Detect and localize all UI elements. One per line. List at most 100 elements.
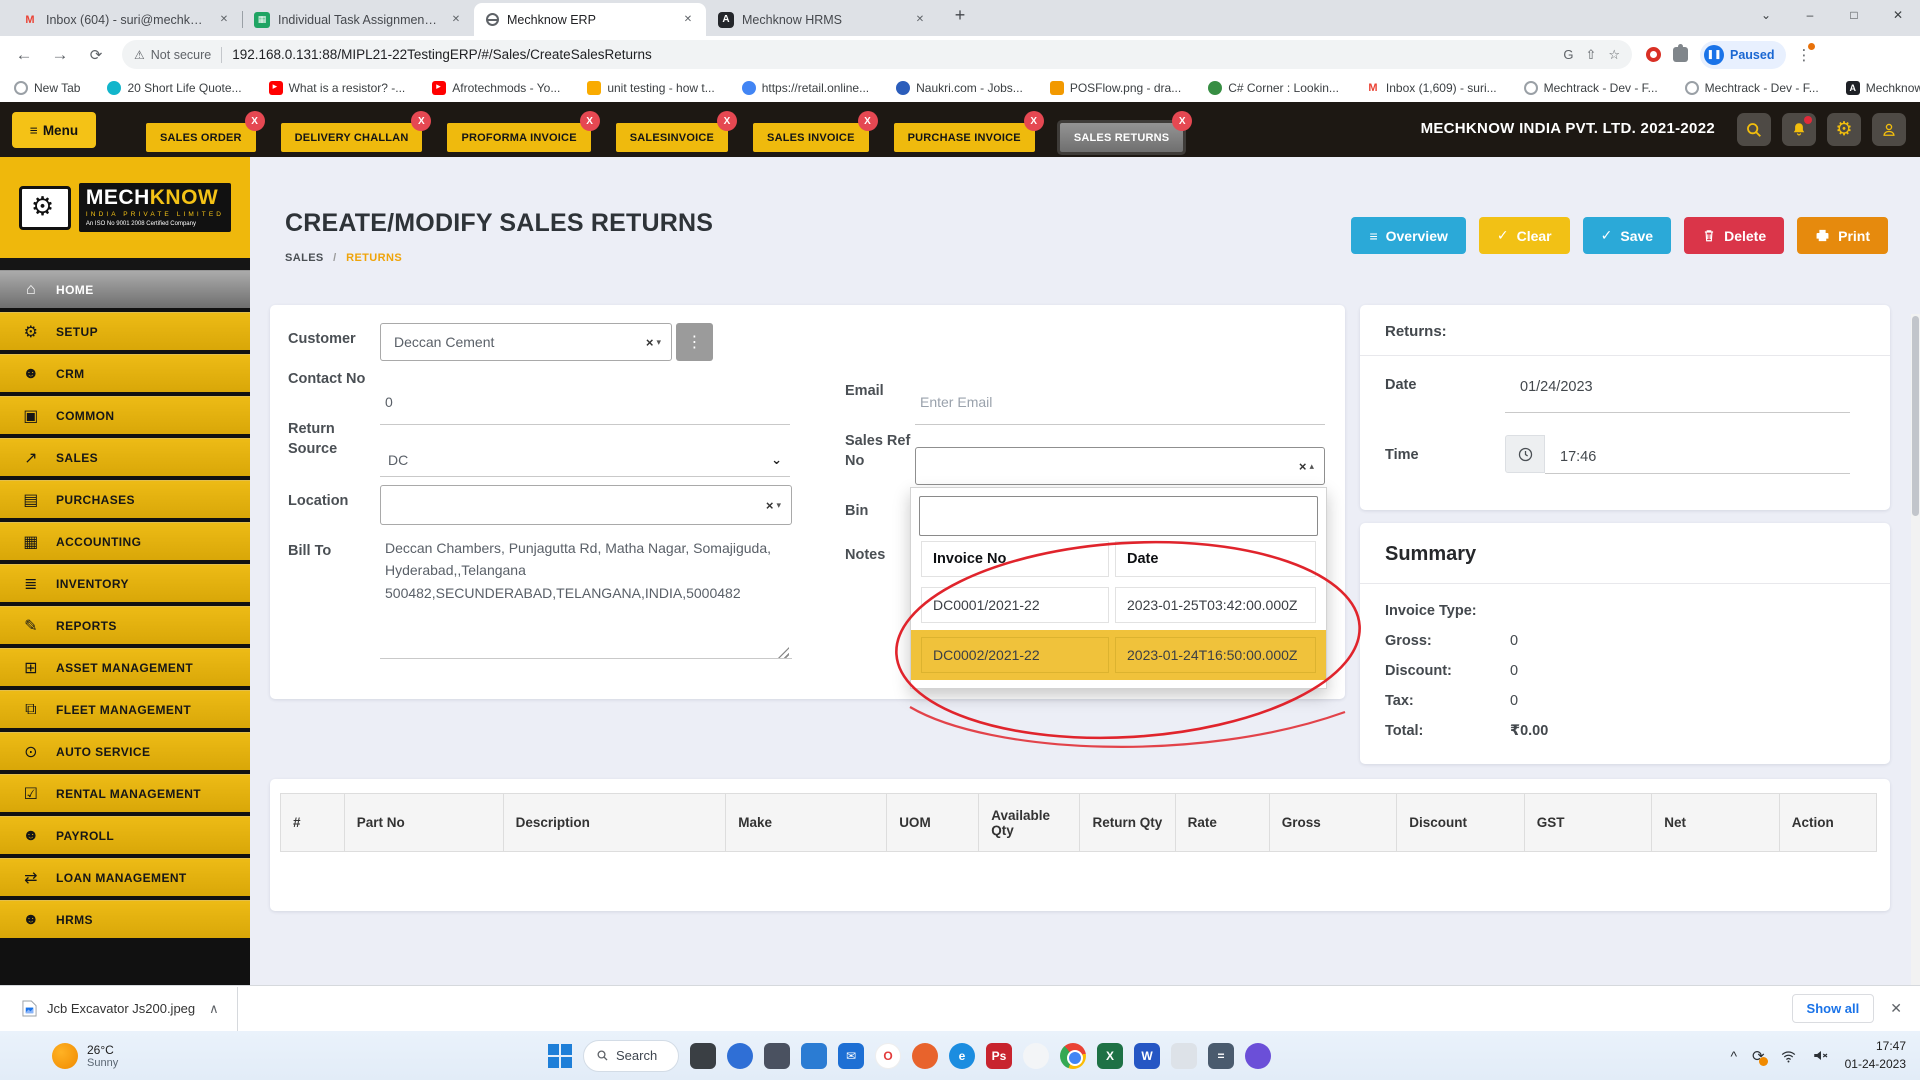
sidebar-item-auto-service[interactable]: ⊙AUTO SERVICE [0, 732, 250, 770]
close-tab-icon[interactable]: X [717, 111, 737, 131]
sidebar-item-hrms[interactable]: ☻HRMS [0, 900, 250, 938]
close-icon[interactable]: ✕ [912, 12, 928, 28]
new-tab-button[interactable]: + [946, 2, 974, 30]
taskbar-app-icon-calculator[interactable]: = [1208, 1043, 1234, 1069]
taskbar-app-icon-chrome[interactable] [1060, 1043, 1086, 1069]
extensions-puzzle-icon[interactable] [1673, 47, 1688, 62]
sidebar-item-fleet-management[interactable]: ⧉FLEET MANAGEMENT [0, 690, 250, 728]
close-icon[interactable]: ✕ [680, 12, 696, 28]
taskbar-app-icon-mail[interactable]: ✉ [838, 1043, 864, 1069]
invoice-date-cell[interactable]: 2023-01-25T03:42:00.000Z [1115, 587, 1316, 623]
gear-icon[interactable]: ⚙ [1827, 113, 1861, 146]
taskbar-app-icon-photoshop[interactable]: Ps [986, 1043, 1012, 1069]
translate-icon[interactable]: G [1563, 47, 1573, 62]
email-input[interactable] [915, 387, 1325, 425]
taskbar-app-icon-phone[interactable] [801, 1043, 827, 1069]
browser-menu-icon[interactable]: ⋮ [1796, 46, 1811, 64]
sidebar-item-purchases[interactable]: ▤PURCHASES [0, 480, 250, 518]
sidebar-item-inventory[interactable]: ≣INVENTORY [0, 564, 250, 602]
bookmark-csharp-corner[interactable]: C# Corner : Lookin... [1208, 81, 1339, 95]
sync-icon[interactable]: ⟳ [1752, 1047, 1765, 1065]
chevron-down-icon[interactable]: ▾ [656, 337, 661, 348]
sales-ref-no-select[interactable]: × ▴ [915, 447, 1325, 485]
bookmark-mechknow-crm[interactable]: AMechknow CRM [1846, 81, 1920, 95]
taskbar-app-icon-explorer[interactable] [764, 1043, 790, 1069]
bookmark-mechtrack-1[interactable]: Mechtrack - Dev - F... [1524, 81, 1658, 95]
taskbar-clock[interactable]: 17:47 01-24-2023 [1845, 1038, 1906, 1073]
reload-icon[interactable]: ⟳ [80, 46, 112, 64]
sidebar-item-home[interactable]: ⌂HOME [0, 270, 250, 308]
wifi-icon[interactable] [1780, 1049, 1797, 1063]
browser-tab-gmail[interactable]: M Inbox (604) - suri@mechknowsof ✕ [10, 3, 242, 36]
sidebar-item-loan-management[interactable]: ⇄LOAN MANAGEMENT [0, 858, 250, 896]
return-source-select[interactable]: DC ⌄ [380, 433, 790, 477]
back-icon[interactable]: ← [8, 45, 40, 65]
tab-salesinvoice[interactable]: SALESINVOICEX [616, 123, 728, 152]
taskbar-app-icon-edge[interactable]: e [949, 1043, 975, 1069]
chevron-up-icon[interactable]: ∧ [209, 1001, 219, 1017]
user-icon[interactable] [1872, 113, 1906, 146]
sidebar-item-crm[interactable]: ☻CRM [0, 354, 250, 392]
print-button[interactable]: Print [1797, 217, 1888, 254]
chevron-up-icon[interactable]: ▴ [1309, 461, 1314, 472]
bookmark-unit-testing[interactable]: unit testing - how t... [587, 81, 714, 95]
overview-button[interactable]: ≡Overview [1351, 217, 1465, 254]
tab-sales-order[interactable]: SALES ORDERX [146, 123, 256, 152]
invoice-option-row[interactable]: DC0001/2021-22 2023-01-25T03:42:00.000Z [919, 582, 1318, 628]
bell-icon[interactable] [1782, 113, 1816, 146]
sidebar-item-setup[interactable]: ⚙SETUP [0, 312, 250, 350]
invoice-no-cell[interactable]: DC0002/2021-22 [921, 637, 1109, 673]
sidebar-item-common[interactable]: ▣COMMON [0, 396, 250, 434]
sidebar-item-sales[interactable]: ↗SALES [0, 438, 250, 476]
tray-chevron-icon[interactable]: ^ [1730, 1048, 1737, 1064]
sidebar-item-accounting[interactable]: ▦ACCOUNTING [0, 522, 250, 560]
invoice-no-cell[interactable]: DC0001/2021-22 [921, 587, 1109, 623]
close-icon[interactable]: ✕ [216, 12, 232, 28]
bookmark-posflow[interactable]: POSFlow.png - dra... [1050, 81, 1181, 95]
weather-widget[interactable]: 26°C Sunny [52, 1043, 118, 1069]
close-icon[interactable]: ✕ [448, 12, 464, 28]
tab-search-icon[interactable]: ⌄ [1744, 0, 1788, 30]
forward-icon[interactable]: → [44, 45, 76, 65]
tab-sales-invoice[interactable]: SALES INVOICEX [753, 123, 869, 152]
clear-selection-icon[interactable]: × [1299, 459, 1307, 474]
page-scrollbar[interactable] [1911, 314, 1920, 1080]
bookmark-naukri[interactable]: Naukri.com - Jobs... [896, 81, 1023, 95]
share-icon[interactable]: ⇧ [1585, 47, 1596, 63]
taskbar-app-icon-notepad[interactable] [1171, 1043, 1197, 1069]
delete-button[interactable]: Delete [1684, 217, 1784, 254]
close-tab-icon[interactable]: X [1172, 111, 1192, 131]
close-tab-icon[interactable]: X [245, 111, 265, 131]
tab-proforma-invoice[interactable]: PROFORMA INVOICEX [447, 123, 590, 152]
show-all-button[interactable]: Show all [1792, 994, 1875, 1023]
bookmark-star-icon[interactable]: ☆ [1608, 47, 1620, 63]
invoice-date-cell[interactable]: 2023-01-24T16:50:00.000Z [1115, 637, 1316, 673]
sidebar-item-payroll[interactable]: ☻PAYROLL [0, 816, 250, 854]
taskbar-app-icon-terminal[interactable] [690, 1043, 716, 1069]
time-value[interactable]: 17:46 [1560, 449, 1596, 465]
scrollbar-thumb[interactable] [1912, 316, 1919, 516]
bookmark-inbox[interactable]: MInbox (1,609) - suri... [1366, 81, 1497, 95]
customer-options-button[interactable]: ⋮ [676, 323, 713, 361]
sidebar-item-rental-management[interactable]: ☑RENTAL MANAGEMENT [0, 774, 250, 812]
clock-icon[interactable] [1505, 435, 1545, 473]
download-item[interactable]: Jcb Excavator Js200.jpeg ∧ [22, 1000, 219, 1017]
minimize-button[interactable]: – [1788, 0, 1832, 30]
browser-tab-erp-active[interactable]: Mechknow ERP ✕ [474, 3, 706, 36]
browser-tab-sheets[interactable]: ▦ Individual Task Assignment - Goo ✕ [242, 3, 474, 36]
browser-tab-hrms[interactable]: A Mechknow HRMS ✕ [706, 3, 938, 36]
taskbar-app-icon-ide[interactable] [1245, 1043, 1271, 1069]
tab-sales-returns-active[interactable]: SALES RETURNSX [1060, 123, 1184, 152]
sidebar-item-asset-management[interactable]: ⊞ASSET MANAGEMENT [0, 648, 250, 686]
menu-button[interactable]: ≡ Menu [12, 112, 96, 148]
adblock-extension-icon[interactable] [1646, 47, 1661, 62]
bookmark-resistor[interactable]: What is a resistor? -... [269, 81, 406, 95]
bookmark-new-tab[interactable]: New Tab [14, 81, 80, 95]
taskbar-app-icon-firefox[interactable] [912, 1043, 938, 1069]
maximize-button[interactable]: □ [1832, 0, 1876, 30]
chevron-down-icon[interactable]: ▾ [776, 500, 781, 511]
close-tab-icon[interactable]: X [1024, 111, 1044, 131]
date-value[interactable]: 01/24/2023 [1520, 379, 1593, 395]
dropdown-search-input[interactable] [919, 496, 1318, 536]
sidebar-item-reports[interactable]: ✎REPORTS [0, 606, 250, 644]
